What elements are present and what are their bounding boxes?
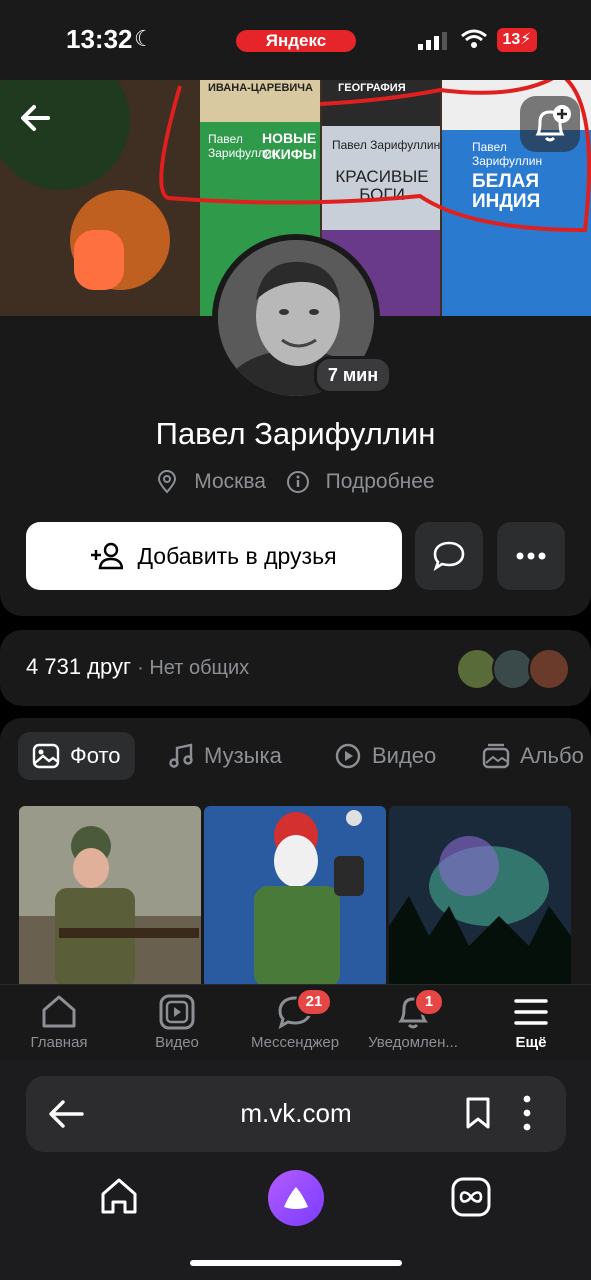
- status-time: 13:32: [66, 24, 133, 54]
- nav-label: Мессенджер: [250, 1034, 340, 1051]
- tab-albums[interactable]: Альбо: [468, 732, 591, 780]
- message-button[interactable]: [415, 522, 483, 590]
- music-note-icon: [169, 743, 193, 768]
- video-icon: [159, 994, 195, 1030]
- tab-music[interactable]: Музыка: [154, 732, 296, 780]
- wifi-icon: [461, 29, 487, 48]
- profile-meta: Москва Подробнее: [0, 470, 591, 494]
- battery-indicator: 13⚡: [497, 28, 537, 52]
- profile-city: Москва: [194, 470, 266, 494]
- last-seen-badge: 7 мин: [314, 356, 392, 394]
- tabs-infinity-icon: [451, 1177, 491, 1217]
- home-icon: [42, 995, 76, 1028]
- profile-name: Павел Зарифуллин: [155, 416, 436, 451]
- subscribe-notifications-button[interactable]: [520, 96, 580, 152]
- nav-label: Ещё: [515, 1034, 547, 1051]
- profile-more-link[interactable]: Подробнее: [326, 470, 435, 493]
- messenger-badge: 21: [296, 988, 332, 1016]
- menu-icon: [514, 999, 548, 1025]
- tab-video[interactable]: Видео: [320, 732, 450, 780]
- browser-menu-button[interactable]: [520, 1094, 534, 1137]
- more-vertical-icon: [523, 1095, 531, 1131]
- mutual-friends: · Нет общих: [137, 657, 250, 679]
- browser-pill: Яндекс: [236, 30, 356, 52]
- tab-label: Видео: [372, 743, 437, 768]
- home-indicator: [190, 1260, 402, 1266]
- arrow-left-icon: [21, 105, 50, 131]
- location-pin-icon: [158, 470, 177, 494]
- nav-video[interactable]: Видео: [118, 990, 236, 1051]
- add-friend-button[interactable]: Добавить в друзья: [26, 522, 402, 590]
- photo-thumbnail[interactable]: [389, 806, 571, 988]
- alice-icon: [284, 1187, 308, 1209]
- photo-thumbnail[interactable]: [19, 806, 201, 988]
- tab-label: Музыка: [204, 743, 282, 768]
- tab-label: Фото: [70, 743, 121, 768]
- back-button[interactable]: [14, 96, 58, 140]
- nav-home[interactable]: Главная: [0, 990, 118, 1051]
- friend-avatar: [528, 648, 570, 690]
- browser-home-button[interactable]: [98, 1176, 140, 1221]
- bell-plus-icon: [535, 105, 571, 142]
- photo-thumbnail[interactable]: [204, 806, 386, 988]
- nav-label: Уведомлен...: [368, 1034, 458, 1051]
- more-options-button[interactable]: [497, 522, 565, 590]
- alice-assistant-button[interactable]: [268, 1170, 324, 1226]
- home-icon: [101, 1178, 137, 1214]
- nav-label: Видео: [155, 1034, 199, 1051]
- add-friend-label: Добавить в друзья: [137, 542, 337, 569]
- chat-bubble-icon: [433, 541, 465, 572]
- nav-messenger[interactable]: Мессенджер: [236, 990, 354, 1051]
- notifications-badge: 1: [414, 988, 444, 1016]
- image-icon: [32, 743, 60, 769]
- nav-notifications[interactable]: Уведомлен...: [354, 990, 472, 1051]
- moon-icon: ☾: [134, 26, 154, 51]
- album-icon: [482, 743, 510, 769]
- signal-icon: [418, 32, 447, 50]
- info-icon: [286, 471, 309, 494]
- friends-summary: 4 731 друг · Нет общих: [26, 654, 249, 680]
- play-circle-icon: [335, 743, 361, 769]
- more-horizontal-icon: [516, 552, 546, 560]
- tab-label: Альбо: [520, 743, 584, 768]
- user-plus-icon: [91, 542, 124, 570]
- bookmark-icon: [466, 1097, 490, 1129]
- nav-label: Главная: [30, 1034, 88, 1051]
- bookmark-button[interactable]: [464, 1096, 492, 1135]
- nav-more[interactable]: Ещё: [472, 990, 590, 1051]
- tab-photo[interactable]: Фото: [18, 732, 135, 780]
- friends-count: 4 731 друг: [26, 654, 132, 679]
- tabs-button[interactable]: [450, 1176, 492, 1223]
